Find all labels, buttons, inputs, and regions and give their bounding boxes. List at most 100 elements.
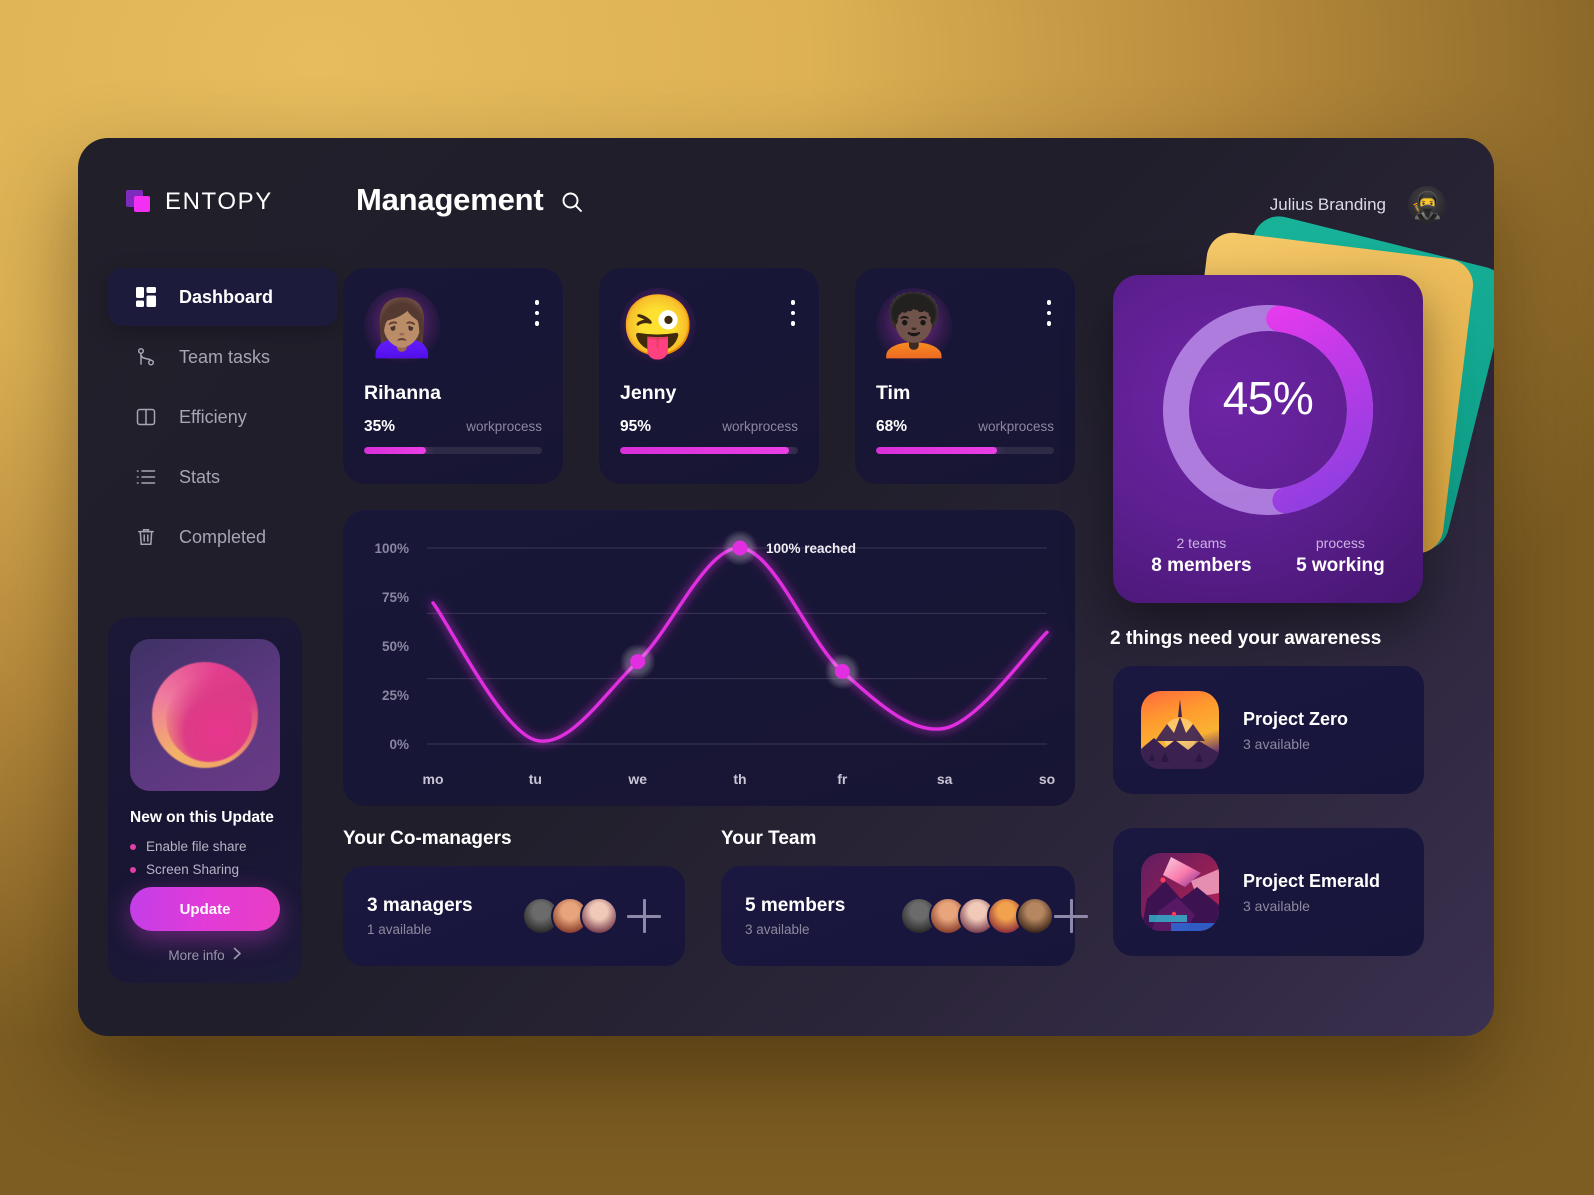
member-card[interactable]: 🙍🏽‍♀️ Rihanna 35% workprocess (343, 268, 563, 484)
kebab-menu-icon[interactable] (1046, 300, 1051, 326)
teams-label: 2 teams (1176, 535, 1227, 551)
sidebar-item-completed[interactable]: Completed (108, 508, 338, 566)
sidebar-item-team-tasks[interactable]: Team tasks (108, 328, 338, 386)
trash-icon (135, 526, 157, 548)
chart-svg: 100% 75% 50% 25% 0% mo tu we th fr sa so 100% reache… (374, 530, 1055, 787)
sidebar-item-efficieny[interactable]: Efficieny (108, 388, 338, 446)
co-managers-heading: Your Co-managers (343, 828, 512, 849)
chart-data-point (732, 540, 748, 556)
avatar: 🙍🏽‍♀️ (364, 288, 440, 364)
more-info-link[interactable]: More info (130, 947, 280, 963)
update-promo-card: New on this Update Enable file share Scr… (108, 617, 302, 983)
member-process-label: workprocess (722, 419, 798, 434)
chart-x-tick: so (1039, 771, 1055, 787)
member-percent: 35% (364, 418, 396, 435)
chart-x-tick: sa (937, 771, 953, 787)
member-card[interactable]: 🧑🏿‍🦱 Tim 68% workprocess (855, 268, 1075, 484)
member-process-label: workprocess (978, 419, 1054, 434)
co-managers-available: 1 available (367, 922, 432, 937)
user-name: Julius Branding (1269, 195, 1386, 214)
chart-x-tick: fr (837, 771, 848, 787)
sunset-landscape-icon (1141, 691, 1219, 769)
kebab-menu-icon[interactable] (534, 300, 539, 326)
search-icon[interactable] (559, 189, 585, 215)
chart-x-tick: th (733, 771, 746, 787)
progress-overview-stack: 45% 2 teams 8 members process 5 working (1113, 210, 1494, 603)
avatar[interactable] (580, 897, 618, 935)
list-item: Screen Sharing (130, 862, 280, 877)
member-name: Jenny (620, 382, 677, 404)
avatar: 🧑🏿‍🦱 (876, 288, 952, 364)
workprocess-line-chart: 100% 75% 50% 25% 0% mo tu we th fr sa so 100% reache… (343, 510, 1075, 806)
team-available: 3 available (745, 922, 810, 937)
member-card[interactable]: 😜 Jenny 95% workprocess (599, 268, 819, 484)
member-percent: 95% (620, 418, 652, 435)
list-icon (135, 466, 157, 488)
update-feature-list: Enable file share Screen Sharing (130, 839, 280, 877)
page-title: Management (356, 182, 544, 217)
co-managers-count: 3 managers (367, 895, 473, 916)
member-avatar-glyph: 🙍🏽‍♀️ (364, 292, 440, 359)
avatar[interactable] (1016, 897, 1054, 935)
page-title-group: Management (356, 182, 585, 218)
sidebar-item-dashboard[interactable]: Dashboard (108, 268, 338, 326)
gradient-orb-icon (152, 662, 258, 768)
team-count: 5 members (745, 895, 846, 916)
columns-icon (135, 406, 157, 428)
brand-logo[interactable]: ENTOPY (126, 188, 273, 216)
sidebar-item-label: Completed (179, 526, 267, 547)
team-card[interactable]: 5 members 3 available (721, 866, 1088, 966)
user-profile[interactable]: Julius Branding 🥷 (1270, 186, 1446, 224)
member-process-label: workprocess (466, 419, 542, 434)
chart-y-tick: 75% (382, 590, 409, 605)
crystal-mountain-icon (1141, 853, 1219, 931)
member-avatar-glyph: 😜 (620, 292, 696, 359)
avatar[interactable]: 🥷 (1408, 186, 1446, 224)
progress-donut-card[interactable]: 45% 2 teams 8 members process 5 working (1113, 275, 1423, 603)
chart-y-tick: 25% (382, 688, 409, 703)
avatar: 😜 (620, 288, 696, 364)
member-name: Tim (876, 382, 911, 404)
logo-squares-icon (126, 190, 152, 214)
members-value: 8 members (1151, 555, 1252, 576)
add-co-manager-button[interactable] (627, 899, 661, 933)
team-avatar-stack (900, 897, 1054, 935)
bullet-icon (130, 843, 136, 850)
chart-x-tick: tu (529, 771, 542, 787)
update-illustration (130, 639, 280, 791)
member-name: Rihanna (364, 382, 441, 404)
progress-bar (620, 447, 798, 454)
chart-data-point (834, 663, 850, 679)
sidebar-item-stats[interactable]: Stats (108, 448, 338, 506)
project-name: Project Zero (1243, 708, 1349, 729)
co-managers-card[interactable]: 3 managers 1 available (343, 866, 685, 966)
add-team-member-button[interactable] (1054, 899, 1088, 933)
user-avatar-glyph: 🥷 (1410, 190, 1444, 220)
chart-y-tick: 100% (374, 541, 409, 556)
project-card-zero[interactable]: Project Zero 3 available (1113, 666, 1424, 794)
progress-bar (876, 447, 1054, 454)
donut-percent-label: 45% (1222, 372, 1314, 424)
donut-stats: 2 teams 8 members process 5 working (1113, 535, 1423, 577)
sidebar-item-label: Team tasks (179, 346, 271, 367)
update-button[interactable]: Update (130, 887, 280, 931)
feature-label: Enable file share (146, 839, 247, 854)
chart-y-tick: 50% (382, 639, 409, 654)
awareness-heading: 2 things need your awareness (1110, 628, 1382, 649)
app-window: ENTOPY Management Julius Branding 🥷 Dash… (78, 138, 1494, 1036)
chart-y-tick: 0% (389, 737, 409, 752)
grid-dashboard-icon (135, 286, 157, 308)
co-managers-avatar-stack (522, 897, 627, 935)
sidebar: Dashboard Team tasks Efficieny Stats Com… (108, 268, 338, 568)
chart-data-point (630, 654, 646, 670)
feature-label: Screen Sharing (146, 862, 240, 877)
team-heading: Your Team (721, 828, 817, 849)
kebab-menu-icon[interactable] (790, 300, 795, 326)
progress-bar (364, 447, 542, 454)
bullet-icon (130, 866, 136, 873)
member-avatar-glyph: 🧑🏿‍🦱 (876, 292, 952, 359)
project-availability: 3 available (1243, 897, 1310, 914)
brand-name: ENTOPY (165, 188, 273, 215)
project-card-emerald[interactable]: Project Emerald 3 available (1113, 828, 1424, 956)
chart-x-tick: mo (423, 771, 444, 787)
